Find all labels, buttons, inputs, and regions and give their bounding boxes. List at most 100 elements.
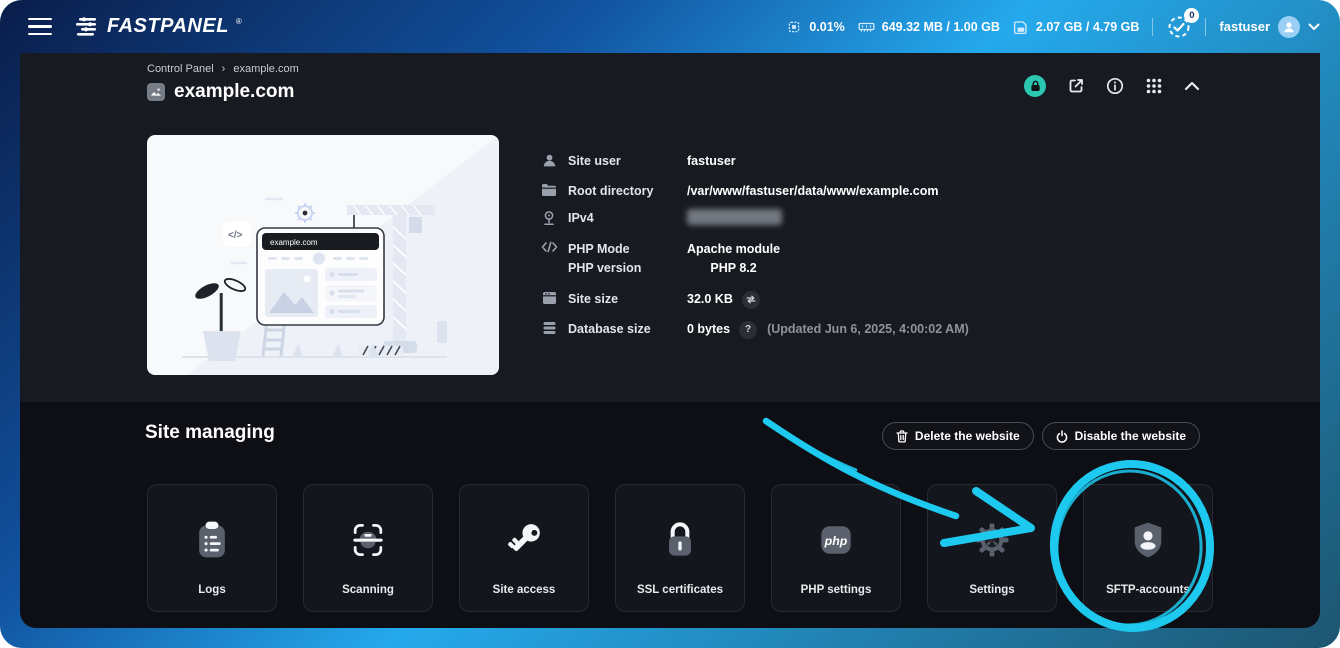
breadcrumb: Control Panel › example.com <box>147 63 299 75</box>
page-title: example.com <box>174 81 294 103</box>
cpu-icon <box>786 19 802 35</box>
card-label: SSL certificates <box>637 584 723 596</box>
site-illustration: </> example.com <box>147 135 499 375</box>
external-link-icon[interactable] <box>1067 77 1085 95</box>
card-settings[interactable]: Settings <box>927 484 1057 612</box>
info-row-site-size: Site size 32.0 KB <box>540 290 760 309</box>
fastpanel-window: FASTPANEL ® 0.01% 649.32 MB / 1.00 GB <box>0 0 1340 648</box>
card-label: Site access <box>493 584 556 596</box>
delete-website-button[interactable]: Delete the website <box>882 422 1034 450</box>
memory-stat: 649.32 MB / 1.00 GB <box>858 19 1000 35</box>
info-value: fastuser <box>687 152 736 171</box>
cpu-stat: 0.01% <box>786 19 844 35</box>
user-menu[interactable]: fastuser <box>1219 16 1320 38</box>
info-value: Apache modulePHP 8.2 <box>687 240 780 278</box>
card-label: PHP settings <box>801 584 872 596</box>
clipboard-list-icon <box>190 485 234 584</box>
tasks-button[interactable]: 0 <box>1166 14 1192 40</box>
card-site-access[interactable]: Site access <box>459 484 589 612</box>
question-icon[interactable]: ? <box>739 321 757 339</box>
info-value: 0 bytes ? (Updated Jun 6, 2025, 4:00:02 … <box>687 320 969 339</box>
card-ssl-certificates[interactable]: SSL certificates <box>615 484 745 612</box>
info-label: Site size <box>568 290 673 309</box>
info-row-root-directory: Root directory /var/www/fastuser/data/ww… <box>540 182 938 201</box>
shield-user-icon <box>1126 485 1170 584</box>
card-label: Settings <box>969 584 1014 596</box>
info-icon[interactable] <box>1106 77 1124 95</box>
scan-icon <box>346 485 390 584</box>
collapse-chevron-up-icon[interactable] <box>1184 81 1200 91</box>
ram-icon <box>858 19 875 35</box>
registered-mark: ® <box>236 17 242 26</box>
card-label: Logs <box>198 584 225 596</box>
username: fastuser <box>1219 19 1270 34</box>
card-label: Scanning <box>342 584 394 596</box>
padlock-icon <box>658 485 702 584</box>
card-label: SFTP-accounts <box>1106 584 1190 596</box>
hamburger-menu-button[interactable] <box>28 18 52 36</box>
svg-text:</>: </> <box>228 230 243 241</box>
php-icon-text: php <box>824 534 848 548</box>
location-icon <box>540 210 558 226</box>
disable-website-button[interactable]: Disable the website <box>1042 422 1200 450</box>
manage-cards: Logs Scanning <box>147 484 1213 612</box>
site-header-icons <box>1024 75 1200 97</box>
card-php-settings[interactable]: php PHP settings <box>771 484 901 612</box>
topbar: FASTPANEL ® 0.01% 649.32 MB / 1.00 GB <box>0 0 1340 53</box>
divider <box>1205 18 1206 36</box>
browser-icon <box>540 291 558 305</box>
info-label: IPv4 <box>568 209 673 228</box>
card-sftp-accounts[interactable]: SFTP-accounts <box>1083 484 1213 612</box>
key-icon <box>502 485 546 584</box>
ipv4-redacted-value <box>687 209 782 225</box>
database-icon <box>540 321 558 335</box>
memory-value: 649.32 MB / 1.00 GB <box>882 20 1000 34</box>
info-label: PHP ModePHP version <box>568 240 673 278</box>
info-label: Root directory <box>568 182 673 201</box>
topbar-stats: 0.01% 649.32 MB / 1.00 GB 2.07 GB / 4.79… <box>786 14 1320 40</box>
user-icon <box>1282 20 1296 34</box>
info-label: Database size <box>568 320 673 339</box>
info-row-site-user: Site user fastuser <box>540 152 736 171</box>
tasks-badge: 0 <box>1184 8 1199 23</box>
breadcrumb-current: example.com <box>233 63 298 75</box>
chevron-down-icon <box>1308 23 1320 31</box>
site-managing-section: Site managing Delete the website Disable… <box>20 402 1320 628</box>
brand-logo[interactable]: FASTPANEL ® <box>76 15 242 38</box>
cpu-value: 0.01% <box>809 20 844 34</box>
fastpanel-logo-icon <box>76 15 100 37</box>
info-value <box>687 209 782 225</box>
refresh-icon[interactable] <box>742 291 760 309</box>
button-label: Disable the website <box>1075 429 1186 443</box>
info-row-database-size: Database size 0 bytes ? (Updated Jun 6, … <box>540 320 969 339</box>
disk-icon <box>1013 19 1029 35</box>
brand-name: FASTPANEL <box>107 15 229 38</box>
card-logs[interactable]: Logs <box>147 484 277 612</box>
gear-icon <box>970 485 1014 584</box>
ssl-lock-icon[interactable] <box>1024 75 1046 97</box>
info-row-ipv4: IPv4 <box>540 209 782 228</box>
user-icon <box>540 153 558 168</box>
code-icon <box>540 241 558 253</box>
php-icon: php <box>814 485 858 584</box>
content-panel: Control Panel › example.com example.com <box>20 53 1320 628</box>
divider <box>1152 18 1153 36</box>
breadcrumb-control-panel[interactable]: Control Panel <box>147 63 214 75</box>
disk-stat: 2.07 GB / 4.79 GB <box>1013 19 1140 35</box>
folder-icon <box>540 183 558 197</box>
avatar <box>1278 16 1300 38</box>
page-title-row: example.com <box>147 81 294 103</box>
button-label: Delete the website <box>915 429 1020 443</box>
apps-grid-icon[interactable] <box>1145 77 1163 95</box>
site-favicon-icon <box>147 83 165 101</box>
info-value: /var/www/fastuser/data/www/example.com <box>687 182 938 201</box>
info-value: 32.0 KB <box>687 290 760 309</box>
illustration-browser-url: example.com <box>270 238 318 247</box>
info-label: Site user <box>568 152 673 171</box>
db-updated-note: (Updated Jun 6, 2025, 4:00:02 AM) <box>767 320 969 339</box>
section-title: Site managing <box>145 422 275 444</box>
trash-icon <box>896 430 908 443</box>
power-icon <box>1056 430 1068 443</box>
manage-actions: Delete the website Disable the website <box>882 422 1200 450</box>
card-scanning[interactable]: Scanning <box>303 484 433 612</box>
